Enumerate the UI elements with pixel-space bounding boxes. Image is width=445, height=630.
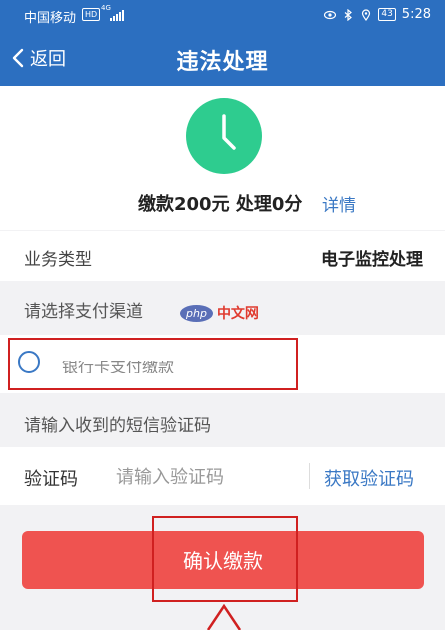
- verification-code-row: 验证码 获取验证码: [0, 447, 445, 505]
- business-type-value: 电子监控处理: [321, 250, 423, 270]
- nav-bar: 返回 违法处理: [0, 30, 445, 86]
- penalty-summary: 缴款200元 处理0分 详情: [0, 86, 445, 230]
- status-time: 5:28: [401, 7, 431, 22]
- business-type-label: 业务类型: [24, 250, 92, 270]
- signal-icon: [110, 10, 124, 21]
- hd-badge: HD: [82, 8, 101, 21]
- status-right-group: 43 5:28: [324, 7, 431, 22]
- get-code-button[interactable]: 获取验证码: [324, 465, 414, 491]
- annotation-box-confirm: [152, 516, 298, 602]
- status-bar: 中国移动 HD 4G 43 5:28: [0, 0, 445, 30]
- business-type-row: 业务类型 电子监控处理: [0, 231, 445, 281]
- watermark: php 中文网: [180, 303, 259, 323]
- location-icon: [362, 8, 371, 21]
- eye-icon: [324, 10, 337, 19]
- clock-icon: [186, 98, 262, 174]
- bluetooth-icon: [344, 8, 353, 21]
- divider: [309, 463, 310, 489]
- carrier-name: 中国移动: [24, 11, 77, 26]
- watermark-badge: php: [180, 304, 213, 322]
- verification-code-input[interactable]: [114, 461, 298, 493]
- sms-code-header: 请输入收到的短信验证码: [0, 393, 445, 447]
- page-title: 违法处理: [176, 50, 269, 75]
- sms-code-title: 请输入收到的短信验证码: [24, 416, 211, 436]
- watermark-text: 中文网: [216, 306, 259, 322]
- verification-code-label: 验证码: [24, 469, 78, 490]
- annotation-box-payment: [8, 338, 298, 390]
- details-link[interactable]: 详情: [322, 191, 356, 216]
- penalty-amount-text: 缴款200元 处理0分: [138, 194, 303, 215]
- arrow-up-icon: [206, 604, 242, 630]
- payment-channel-title: 请选择支付渠道: [24, 302, 143, 322]
- battery-level: 43: [378, 8, 396, 21]
